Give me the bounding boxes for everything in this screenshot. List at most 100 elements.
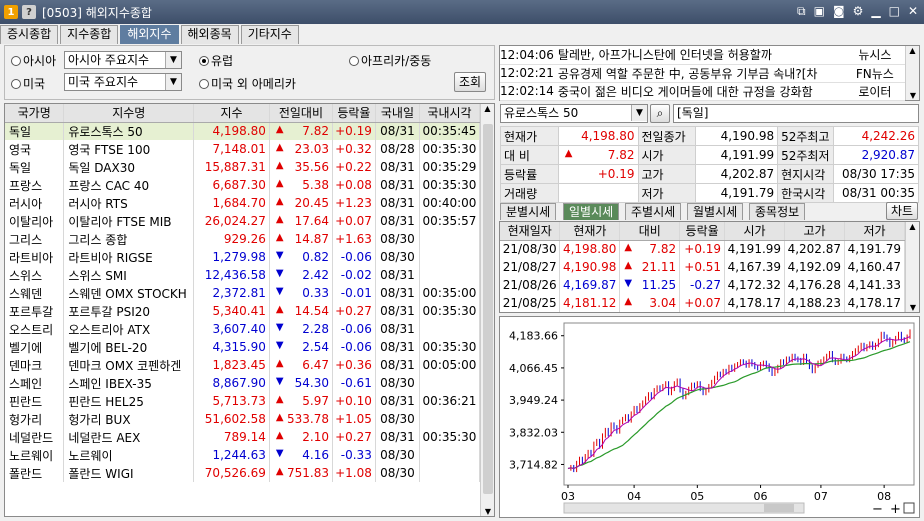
- rate-cell: -0.61: [332, 374, 376, 392]
- copy-icon[interactable]: ▣: [814, 4, 825, 19]
- table-row[interactable]: 네덜란드 네덜란드 AEX 789.14 ▲ 2.10 +0.27 08/31 00:35:3…: [5, 428, 480, 446]
- col-rate[interactable]: 등락율: [332, 104, 376, 123]
- change-cell: ▼ 2.28: [269, 320, 333, 338]
- table-row[interactable]: 라트비아 라트비아 RIGSE 1,279.98 ▼ 0.82 -0.06 08/30: [5, 248, 480, 266]
- index-name-cell: 폴란드 WIGI: [63, 464, 195, 482]
- change-cell: ▼ 0.33: [269, 284, 333, 302]
- camera-icon[interactable]: ◙: [833, 4, 845, 19]
- tab-index-summary[interactable]: 지수종합: [60, 25, 119, 44]
- radio-circle: [11, 78, 21, 89]
- daily-row[interactable]: 21/08/26 4,169.87 ▼ 11.25 -0.27 4,172.32 4,176…: [500, 276, 905, 294]
- col-index[interactable]: 지수: [193, 104, 270, 123]
- asia-index-select[interactable]: 아시아 주요지수 ▼: [64, 51, 182, 69]
- badge-one-icon[interactable]: 1: [4, 5, 18, 19]
- chevron-down-icon[interactable]: ▼: [165, 74, 181, 90]
- scroll-up-icon[interactable]: ▲: [906, 222, 919, 231]
- col-date[interactable]: 현재일자: [500, 222, 561, 241]
- scroll-down-icon[interactable]: ▼: [906, 91, 920, 100]
- col-change[interactable]: 전일대비: [269, 104, 333, 123]
- col-price[interactable]: 현재가: [559, 222, 621, 241]
- country-cell: 스위스: [5, 266, 65, 284]
- table-row[interactable]: 스위스 스위스 SMI 12,436.58 ▼ 2.42 -0.02 08/31: [5, 266, 480, 284]
- table-row[interactable]: 스웨덴 스웨덴 OMX STOCKH 2,372.81 ▼ 0.33 -0.01 08/31…: [5, 284, 480, 302]
- quote-label: 52주최고: [777, 126, 835, 146]
- radio-other-america[interactable]: 미국 외 아메리카: [199, 75, 296, 92]
- tab-other-index[interactable]: 기타지수: [240, 25, 299, 44]
- scroll-down-icon[interactable]: ▼: [481, 507, 495, 516]
- daily-row[interactable]: 21/08/25 4,181.12 ▲ 3.04 +0.07 4,178.17 4,188.…: [500, 294, 905, 312]
- news-item[interactable]: 12:02:21 공유경제 역할 주문한 中, 공동부유 기부금 속내?[차 FN뉴…: [500, 64, 905, 83]
- radio-usa[interactable]: 미국: [11, 75, 45, 92]
- radio-asia[interactable]: 아시아: [11, 52, 56, 69]
- table-row[interactable]: 벨기에 벨기에 BEL-20 4,315.90 ▼ 2.54 -0.06 08/31 00:3…: [5, 338, 480, 356]
- tab-market-summary[interactable]: 증시종합: [0, 25, 59, 44]
- daily-row[interactable]: 21/08/30 4,198.80 ▲ 7.82 +0.19 4,191.99 4,202.…: [500, 240, 905, 258]
- daily-row[interactable]: 21/08/27 4,190.98 ▲ 21.11 +0.51 4,167.39 4,192…: [500, 258, 905, 276]
- maximize-icon[interactable]: □: [889, 4, 900, 19]
- help-icon[interactable]: ?: [22, 5, 36, 19]
- news-item[interactable]: 12:04:06 탈레반, 아프가니스탄에 인터넷을 허용할까 뉴시스: [500, 46, 905, 65]
- kr-time-cell: 00:35:30: [419, 140, 480, 158]
- change-value: 5.97: [302, 394, 329, 408]
- kr-date-cell: 08/28: [375, 140, 421, 158]
- radio-africa-mideast[interactable]: 아프리카/중동: [349, 52, 431, 69]
- daily-scrollbar[interactable]: ▲ ▼: [905, 222, 919, 312]
- chevron-down-icon[interactable]: ▼: [165, 52, 181, 68]
- query-button[interactable]: 조회: [454, 72, 486, 92]
- table-row[interactable]: 이탈리아 이탈리아 FTSE MIB 26,024.27 ▲ 17.64 +0.07 08/…: [5, 212, 480, 230]
- tab-info[interactable]: 종목정보: [749, 203, 806, 220]
- table-row[interactable]: 핀란드 핀란드 HEL25 5,713.73 ▲ 5.97 +0.10 08/31 00:36…: [5, 392, 480, 410]
- table-row[interactable]: 러시아 러시아 RTS 1,684.70 ▲ 20.45 +1.23 08/31 00:40:…: [5, 194, 480, 212]
- table-row[interactable]: 오스트리 오스트리아 ATX 3,607.40 ▼ 2.28 -0.06 08/31: [5, 320, 480, 338]
- table-row[interactable]: 프랑스 프랑스 CAC 40 6,687.30 ▲ 5.38 +0.08 08/31 00:3…: [5, 176, 480, 194]
- scroll-up-icon[interactable]: ▲: [481, 104, 494, 113]
- minimize-icon[interactable]: ▁: [871, 4, 880, 19]
- table-row[interactable]: 폴란드 폴란드 WIGI 70,526.69 ▲ 751.83 +1.08 08/30: [5, 464, 480, 482]
- tab-overseas-stock[interactable]: 해외종목: [180, 25, 239, 44]
- radio-circle: [349, 55, 359, 66]
- col-high[interactable]: 고가: [784, 222, 845, 241]
- chart-button[interactable]: 차트: [886, 202, 918, 220]
- table-row[interactable]: 스페인 스페인 IBEX-35 8,867.90 ▼ 54.30 -0.61 08/30: [5, 374, 480, 392]
- table-row[interactable]: 독일 독일 DAX30 15,887.31 ▲ 35.56 +0.22 08/31 00:35…: [5, 158, 480, 176]
- gear-icon[interactable]: ⚙: [853, 4, 864, 19]
- table-row[interactable]: 독일 유로스톡스 50 4,198.80 ▲ 7.82 +0.19 08/31 00:35:4…: [5, 122, 480, 140]
- new-window-icon[interactable]: ⧉: [797, 4, 806, 19]
- scroll-up-icon[interactable]: ▲: [906, 46, 919, 55]
- us-index-select[interactable]: 미국 주요지수 ▼: [64, 73, 182, 91]
- col-diff[interactable]: 대비: [619, 222, 681, 241]
- scroll-down-icon[interactable]: ▼: [906, 303, 920, 312]
- tab-daily[interactable]: 일별시세: [563, 203, 620, 220]
- news-item[interactable]: 12:02:14 중국이 젊은 비디오 게이머들에 대한 규정을 강화함 로이터: [500, 82, 905, 101]
- news-table: 12:04:06 탈레반, 아프가니스탄에 인터넷을 허용할까 뉴시스 12:02:2…: [500, 46, 905, 101]
- col-index-name[interactable]: 지수명: [63, 104, 195, 123]
- price-chart[interactable]: 4,183.66 4,066.45 3,949.24 3,832.03 3,714.82…: [500, 317, 919, 517]
- table-row[interactable]: 그리스 그리스 종합 929.26 ▲ 14.87 +1.63 08/30: [5, 230, 480, 248]
- tab-minute[interactable]: 분별시세: [500, 203, 557, 220]
- close-icon[interactable]: ✕: [908, 4, 918, 19]
- index-search-input[interactable]: 유로스톡스 50 ▼: [500, 104, 648, 123]
- col-kr-date[interactable]: 국내일: [375, 104, 421, 123]
- tab-overseas-index[interactable]: 해외지수: [120, 25, 179, 44]
- search-button[interactable]: ⌕: [650, 104, 670, 123]
- tab-monthly[interactable]: 월별시세: [687, 203, 744, 220]
- price-cell: 4,198.80: [559, 240, 621, 258]
- news-scrollbar[interactable]: ▲ ▼: [905, 46, 919, 100]
- col-country[interactable]: 국가명: [5, 104, 65, 123]
- radio-europe[interactable]: 유럽: [199, 52, 233, 69]
- table-row[interactable]: 영국 영국 FTSE 100 7,148.01 ▲ 23.03 +0.32 08/28 00:…: [5, 140, 480, 158]
- col-kr-time[interactable]: 국내시각: [419, 104, 480, 123]
- table-row[interactable]: 덴마크 덴마크 OMX 코펜하겐 1,823.45 ▲ 6.47 +0.36 08/31 00…: [5, 356, 480, 374]
- col-rate[interactable]: 등락율: [679, 222, 726, 241]
- scroll-thumb[interactable]: [483, 124, 493, 494]
- table-row[interactable]: 헝가리 헝가리 BUX 51,602.58 ▲ 533.78 +1.05 08/30: [5, 410, 480, 428]
- col-low[interactable]: 저가: [844, 222, 905, 241]
- col-open[interactable]: 시가: [724, 222, 786, 241]
- table-row[interactable]: 포르투갈 포르투갈 PSI20 5,340.41 ▲ 14.54 +0.27 08/31 00…: [5, 302, 480, 320]
- chevron-down-icon[interactable]: ▼: [631, 105, 647, 121]
- index-table-scrollbar[interactable]: ▲ ▼: [480, 104, 494, 516]
- table-row[interactable]: 노르웨이 노르웨이 1,244.63 ▼ 4.16 -0.33 08/30: [5, 446, 480, 464]
- tab-weekly[interactable]: 주별시세: [625, 203, 682, 220]
- date-cell: 21/08/27: [500, 258, 561, 276]
- quote-row: 대 비 ▲ 7.82 시가 4,191.99 52주최저 2,920.87: [500, 145, 919, 165]
